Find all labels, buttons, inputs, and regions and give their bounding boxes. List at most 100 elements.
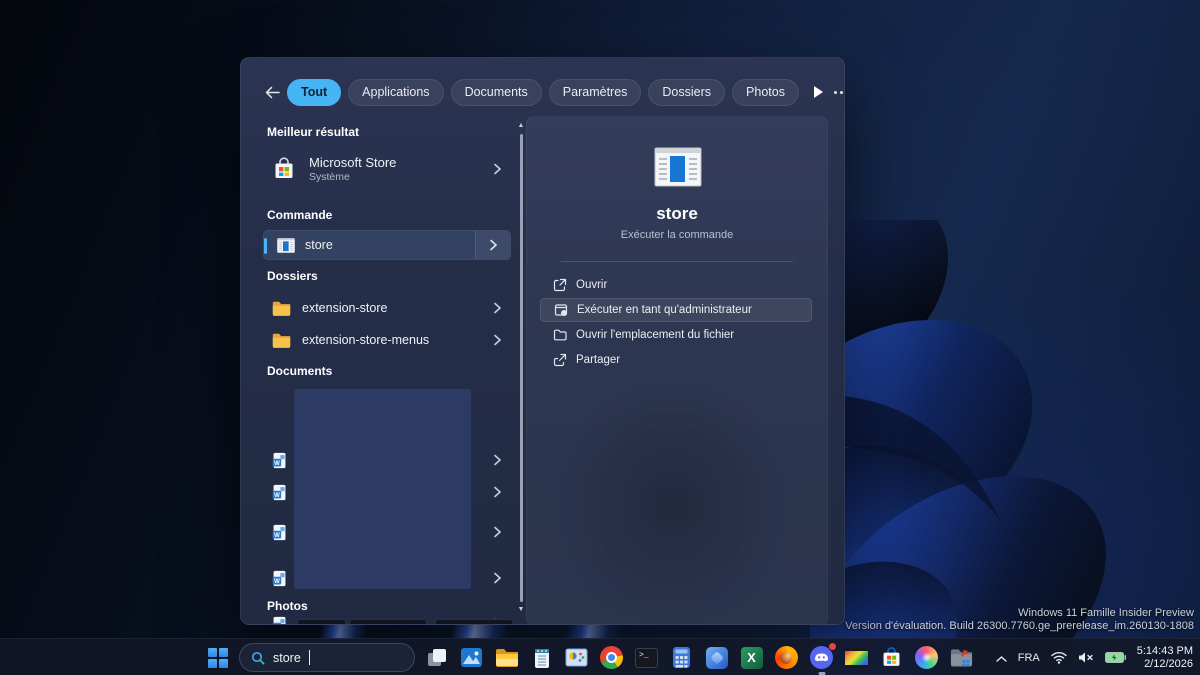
folder-icon	[272, 301, 291, 316]
watermark-line1: Windows 11 Famille Insider Preview	[845, 607, 1194, 620]
result-document-1[interactable]: W	[263, 448, 511, 472]
start-button[interactable]	[204, 644, 231, 671]
chevron-right-icon[interactable]	[493, 572, 502, 584]
microsoft-store-button[interactable]	[878, 644, 905, 671]
chevron-right-icon[interactable]	[493, 526, 502, 538]
paint-button[interactable]	[563, 644, 590, 671]
tab-parametres[interactable]: Paramètres	[549, 79, 642, 106]
language-indicator[interactable]: FRA	[1018, 652, 1040, 664]
result-store-command[interactable]: store	[263, 230, 511, 260]
result-extension-store-menus[interactable]: extension-store-menus	[263, 325, 511, 355]
chrome-icon	[600, 646, 623, 669]
photos-app-button[interactable]	[458, 644, 485, 671]
clock-date: 2/12/2026	[1137, 658, 1193, 671]
arrow-left-icon	[265, 86, 280, 99]
photo-thumbnail-2[interactable]: Communication	[349, 619, 427, 625]
photo-thumbnail-3[interactable]	[435, 619, 513, 625]
result-subtitle: Système	[309, 171, 396, 183]
watermark-line2: Version d'évaluation. Build 26300.7760.g…	[845, 620, 1194, 633]
tab-applications[interactable]: Applications	[348, 79, 443, 106]
expand-chevron-button[interactable]	[475, 231, 510, 259]
excel-icon: X	[741, 647, 763, 669]
section-header-folders: Dossiers	[267, 269, 318, 283]
copilot-icon	[915, 646, 938, 669]
text-caret	[309, 650, 310, 665]
section-header-photos: Photos	[267, 599, 308, 613]
volume-muted-icon[interactable]	[1078, 651, 1094, 664]
tab-documents[interactable]: Documents	[451, 79, 542, 106]
terminal-button[interactable]: >_	[633, 644, 660, 671]
run-command-icon	[277, 238, 295, 253]
result-title: extension-store-menus	[302, 333, 429, 347]
file-explorer-icon	[495, 648, 519, 668]
open-icon	[553, 278, 567, 292]
action-run-as-admin[interactable]: Exécuter en tant qu'administrateur	[540, 298, 812, 322]
tab-dossiers[interactable]: Dossiers	[648, 79, 725, 106]
search-flyout-panel: Tout Applications Documents Paramètres D…	[240, 57, 845, 625]
run-command-icon	[654, 147, 702, 187]
installer-folder-button[interactable]	[948, 644, 975, 671]
action-open-file-location[interactable]: Ouvrir l'emplacement du fichier	[540, 323, 812, 347]
action-ouvrir[interactable]: Ouvrir	[540, 273, 812, 297]
result-title: Microsoft Store	[309, 155, 396, 170]
color-film-button[interactable]	[843, 644, 870, 671]
preview-subtitle: Exécuter la commande	[527, 229, 827, 241]
results-scrollbar[interactable]: ▲ ▼	[517, 120, 525, 616]
scroll-up-icon[interactable]: ▲	[517, 122, 525, 130]
word-document-icon: W	[271, 616, 288, 626]
tab-photos[interactable]: Photos	[732, 79, 799, 106]
action-label: Exécuter en tant qu'administrateur	[577, 304, 752, 316]
tab-tout[interactable]: Tout	[287, 79, 341, 106]
scroll-down-icon[interactable]: ▼	[517, 606, 525, 614]
word-document-icon: W	[271, 524, 288, 541]
result-document-4[interactable]: W	[263, 566, 511, 590]
taskbar-clock[interactable]: 5:14:43 PM 2/12/2026	[1137, 645, 1193, 670]
chevron-right-icon[interactable]	[493, 486, 502, 498]
chrome-button[interactable]	[598, 644, 625, 671]
result-title: store	[305, 238, 333, 252]
notepad-button[interactable]	[528, 644, 555, 671]
action-partager[interactable]: Partager	[540, 348, 812, 372]
preview-title: store	[527, 204, 827, 224]
folder-icon	[272, 333, 291, 348]
search-query-text: store	[273, 651, 301, 665]
dev-app-icon	[706, 647, 728, 669]
chevron-right-icon[interactable]	[493, 334, 502, 346]
back-button[interactable]	[265, 79, 280, 105]
ellipsis-icon	[834, 91, 837, 94]
result-document-3[interactable]: W	[263, 520, 511, 544]
chevron-right-icon[interactable]	[493, 163, 502, 175]
dev-app-button[interactable]	[703, 644, 730, 671]
desktop: Windows 11 Famille Insider Preview Versi…	[0, 0, 1200, 675]
word-document-icon: W	[271, 484, 288, 501]
tray-overflow-button[interactable]	[996, 649, 1007, 667]
calculator-button[interactable]	[668, 644, 695, 671]
taskbar: store	[0, 638, 1200, 675]
battery-icon[interactable]	[1105, 652, 1126, 663]
result-microsoft-store[interactable]: Microsoft Store Système	[263, 146, 511, 192]
chevron-right-icon[interactable]	[493, 454, 502, 466]
photo-thumbnail-1[interactable]	[297, 619, 346, 625]
svg-text:W: W	[274, 460, 280, 466]
microsoft-store-icon	[880, 646, 903, 669]
preview-smudge	[557, 387, 787, 617]
result-extension-store[interactable]: extension-store	[263, 293, 511, 323]
chevron-right-icon[interactable]	[493, 302, 502, 314]
play-icon[interactable]	[814, 86, 823, 98]
file-location-icon	[553, 328, 567, 342]
more-options-button[interactable]	[830, 85, 845, 100]
firefox-button[interactable]	[773, 644, 800, 671]
taskbar-search-input[interactable]: store	[239, 643, 415, 672]
preview-divider	[561, 261, 793, 262]
task-view-button[interactable]	[423, 644, 450, 671]
word-document-icon: W	[271, 452, 288, 469]
scrollbar-thumb[interactable]	[520, 134, 523, 602]
excel-button[interactable]: X	[738, 644, 765, 671]
copilot-button[interactable]	[913, 644, 940, 671]
file-explorer-button[interactable]	[493, 644, 520, 671]
discord-button[interactable]	[808, 644, 835, 671]
notification-badge	[828, 642, 837, 651]
preview-pane: store Exécuter la commande Ouvrir Exécut…	[526, 116, 828, 625]
wifi-icon[interactable]	[1051, 651, 1067, 664]
result-document-2[interactable]: W	[263, 480, 511, 504]
